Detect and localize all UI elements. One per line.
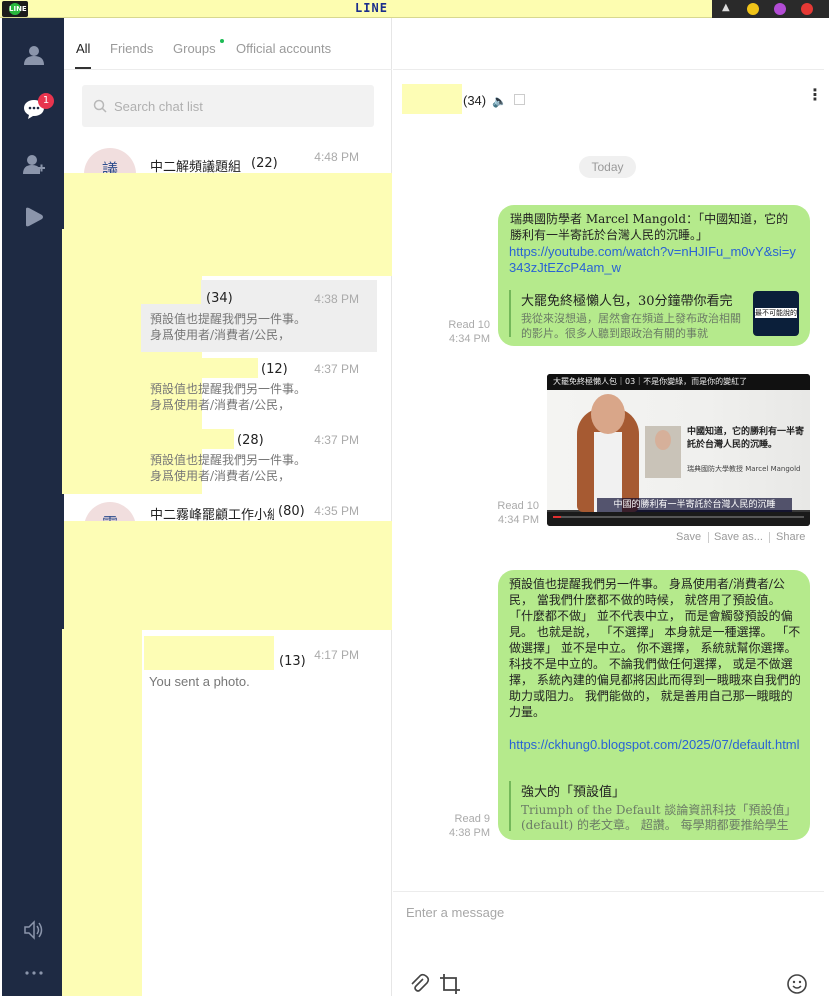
link-preview-description: Triumph of the Default 談論資訊科技「預設值」(defau… [521,803,797,832]
photo-caption-bar: 大罷免終極懶人包｜03｜不是你變綠，而是你的變紅了 [547,374,810,390]
photo-quote: 中國知道，它的勝利有一半寄託於台灣人民的沉睡。 [687,427,805,450]
message-read-status: Read 9 4:38 PM [449,813,490,839]
redacted-chat-name [402,84,462,114]
more-options-icon[interactable]: ⋮ [807,87,823,103]
link-preview-thumbnail: 最不可能說的 [753,291,799,336]
chat-member-count: (34) [463,93,487,108]
redacted-area [141,280,201,304]
voom-icon[interactable] [23,206,45,228]
window-menu-icon[interactable]: ▲ [722,2,730,13]
add-friend-icon[interactable] [23,153,45,175]
message-input[interactable] [406,902,806,922]
search-box [82,85,374,127]
member-count: (12) [261,362,288,377]
screenshot-icon[interactable] [439,973,461,995]
attach-file-icon[interactable] [408,973,430,995]
message-read-status: Read 10 4:34 PM [497,500,539,526]
link-preview[interactable]: 大罷免終極懶人包，30分鐘帶你看完 我從來沒想過，居然會在頻道上發布政治相關的影… [509,290,741,340]
redacted-area [64,521,392,630]
active-tab-indicator [75,67,91,69]
message-bubble[interactable]: 瑞典國防學者 Marcel Mangold：「中國知道，它的勝利有一半寄託於台灣… [498,205,810,346]
chat-preview: 預設值也提醒我們另一件事。 身爲使用者/消費者/公民， [150,453,307,483]
member-count: (22) [251,156,278,171]
message-read-status: Read 10 4:34 PM [448,319,490,345]
tab-groups[interactable]: Groups [173,41,216,56]
member-count: (13) [279,654,306,669]
sound-icon[interactable] [23,919,45,941]
chat-header [393,18,824,114]
date-separator: Today [579,156,636,178]
link-preview-title: 大罷免終極懶人包，30分鐘帶你看完 [521,294,733,309]
link-preview-description: 我從來沒想過，居然會在頻道上發布政治相關的影片。很多人聽到跟政治有關的事就 [521,312,741,340]
unread-badge: 1 [38,93,54,109]
minimize-button[interactable] [747,3,759,15]
chat-tabs: All Friends Groups Official accounts [64,18,392,70]
conversation-pane: (34) 🔈 ⋮ Today 瑞典國防學者 Marcel Mangold：「中國… [393,18,824,891]
member-count: (28) [237,433,264,448]
video-progress [553,516,804,518]
chat-time: 4:35 PM [314,504,359,518]
tab-friends[interactable]: Friends [110,41,153,56]
chat-time: 4:37 PM [314,433,359,447]
chat-time: 4:38 PM [314,292,359,306]
save-as-button[interactable]: Save as... [714,531,763,543]
chat-list-pane: All Friends Groups Official accounts 議 中… [62,18,392,996]
link-preview[interactable]: 強大的「預設值」 Triumph of the Default 談論資訊科技「預… [509,781,799,832]
message-bubble[interactable]: 預設值也提醒我們另一件事。 身爲使用者/消費者/公民， 當我們什麼都不做的時候，… [498,570,810,840]
tab-official-accounts[interactable]: Official accounts [236,41,331,56]
window-controls: ▲ [712,0,829,18]
message-photo[interactable]: 大罷免終極懶人包｜03｜不是你變綠，而是你的變紅了 中國知道，它的勝利有一半寄託… [547,374,810,526]
message-text: 瑞典國防學者 Marcel Mangold：「中國知道，它的勝利有一半寄託於台灣… [510,212,789,242]
message-composer [393,891,824,996]
open-external-icon[interactable] [514,94,525,105]
divider [708,532,709,543]
chat-preview: 預設值也提醒我們另一件事。 身爲使用者/消費者/公民， [150,312,307,342]
share-button[interactable]: Share [776,531,805,543]
friends-icon[interactable] [23,44,45,66]
groups-new-dot [220,39,224,43]
photo-credit: 瑞典國防大學教授 Marcel Mangold [687,465,801,473]
tab-all[interactable]: All [76,41,90,56]
redacted-area [141,429,234,449]
window-title: LINE [355,1,388,15]
chat-list-item[interactable]: 議 中二解頻議題組 (22) 4:48 PM [64,146,392,200]
message-link[interactable]: https://ckhung0.blogspot.com/2025/07/def… [509,737,801,753]
link-preview-title: 強大的「預設值」 [521,785,626,800]
message-link[interactable]: https://youtube.com/watch?v=nHJIFu_m0vY&… [509,244,801,276]
message-text: 預設值也提醒我們另一件事。 身爲使用者/消費者/公民， 當我們什麼都不做的時候，… [509,577,801,719]
sidebar: 1 [2,18,64,996]
emoji-icon[interactable] [786,973,808,995]
chat-time: 4:17 PM [314,648,359,662]
save-button[interactable]: Save [676,531,701,543]
member-count: (80) [278,504,305,519]
video-controls [547,512,810,526]
more-icon[interactable] [23,962,45,984]
maximize-button[interactable] [774,3,786,15]
chat-list-item[interactable]: (28) 4:37 PM 預設值也提醒我們另一件事。 身爲使用者/消費者/公民， [64,429,392,495]
search-icon [93,98,107,113]
chat-time: 4:37 PM [314,362,359,376]
chat-list-item[interactable]: (12) 4:37 PM 預設值也提醒我們另一件事。 身爲使用者/消費者/公民， [64,358,392,424]
photo-subtitle: 中國的勝利有一半寄託於台灣人民的沉睡 [597,498,792,512]
chat-time: 4:48 PM [314,150,359,164]
redacted-area [141,358,258,378]
mute-icon[interactable]: 🔈 [492,94,507,108]
chat-preview: 預設值也提醒我們另一件事。 身爲使用者/消費者/公民， [150,382,307,412]
search-input[interactable] [114,96,364,116]
redacted-area [144,636,274,670]
title-bar: LINE LINE ▲ [0,0,829,18]
divider [769,532,770,543]
member-count: (34) [206,291,233,306]
close-button[interactable] [801,3,813,15]
